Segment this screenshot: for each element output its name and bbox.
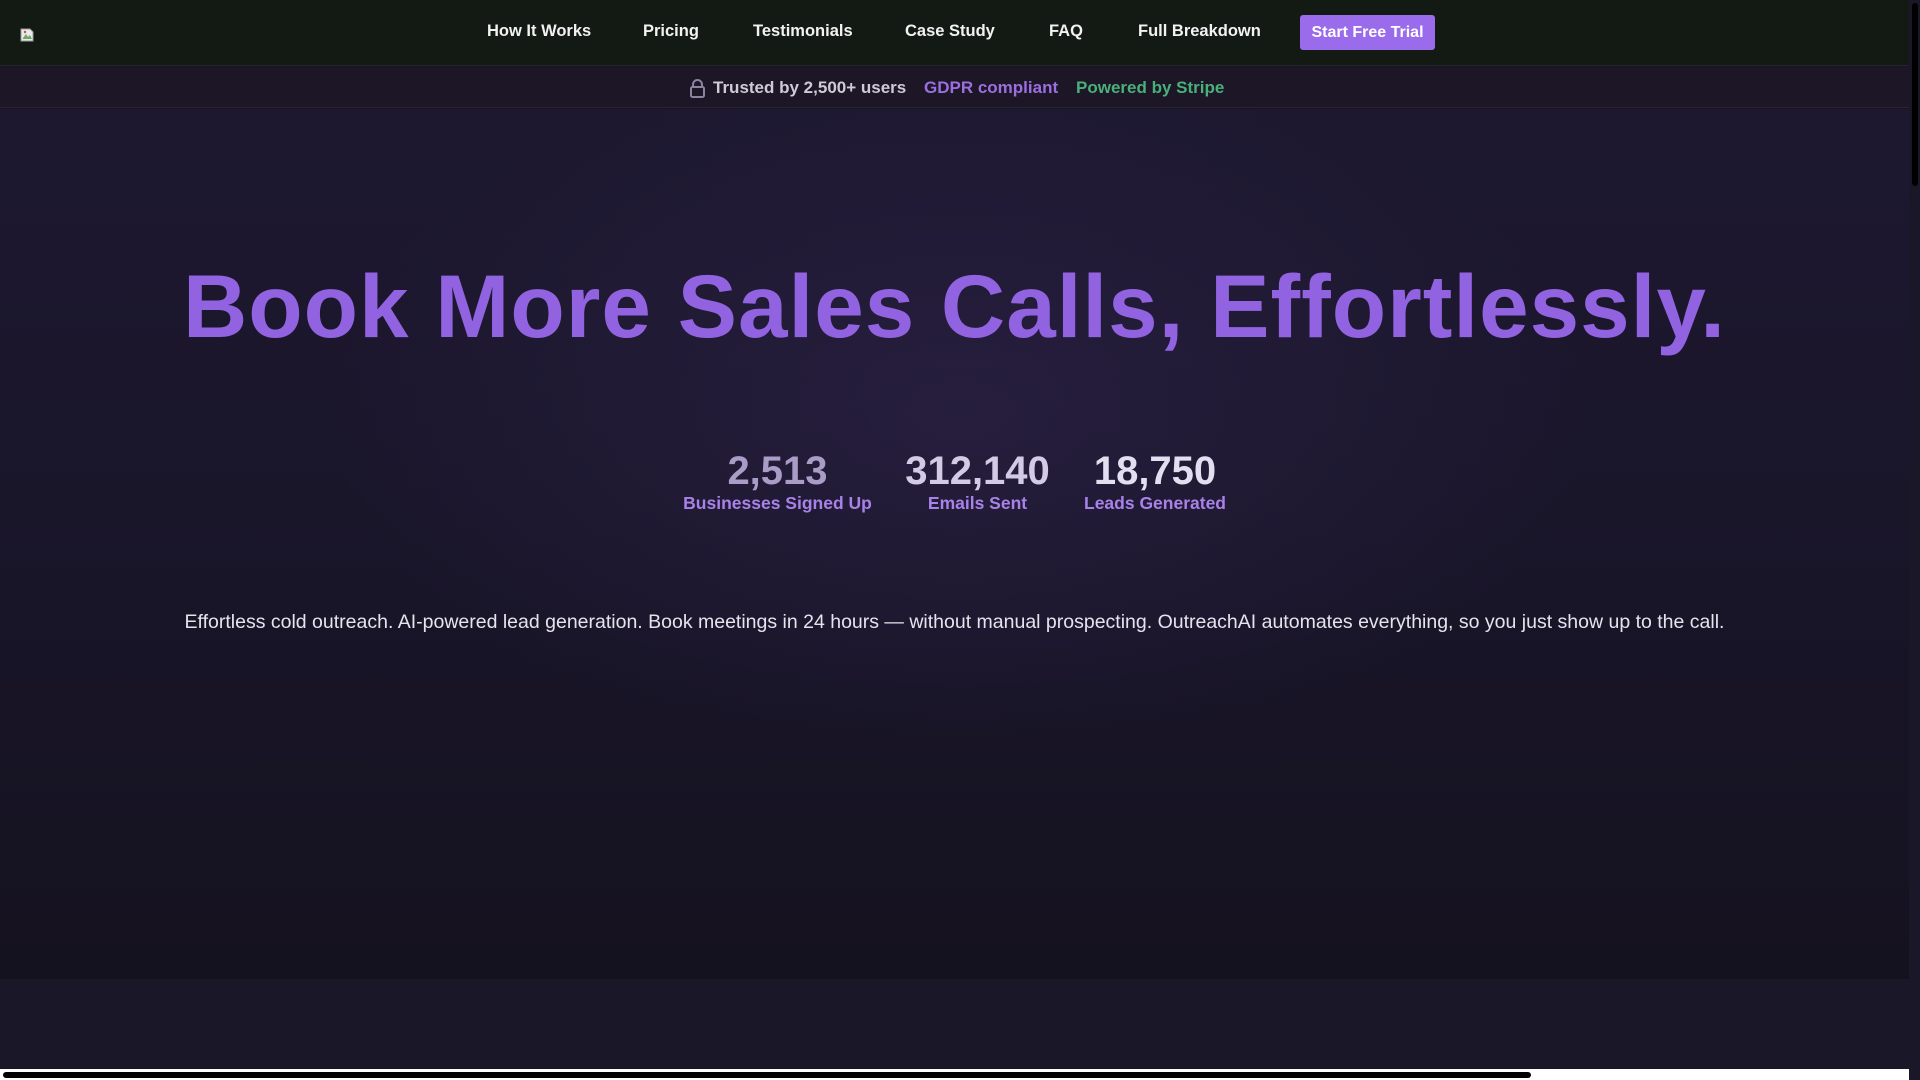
nav-link-faq[interactable]: FAQ: [1049, 22, 1083, 41]
primary-nav: How It Works Pricing Testimonials Case S…: [0, 0, 1909, 66]
trust-users-text: Trusted by 2,500+ users: [713, 78, 907, 97]
nav-link-case-study[interactable]: Case Study: [905, 22, 995, 41]
landing-page: How It Works Pricing Testimonials Case S…: [0, 0, 1920, 1080]
horizontal-scrollbar[interactable]: [0, 1069, 1909, 1080]
nav-link-testimonials[interactable]: Testimonials: [753, 22, 853, 41]
nav-link-pricing[interactable]: Pricing: [643, 22, 699, 41]
start-free-trial-button[interactable]: Start Free Trial: [1300, 15, 1435, 50]
hero-description: Effortless cold outreach. AI-powered lea…: [184, 611, 1725, 633]
stat-label: Businesses Signed Up: [683, 493, 872, 513]
gdpr-compliant-text: GDPR compliant: [924, 78, 1059, 97]
lock-icon: [689, 79, 706, 98]
powered-by-stripe-text: Powered by Stripe: [1076, 78, 1225, 97]
vertical-scrollbar-thumb[interactable]: [1912, 3, 1918, 186]
trust-bar: Trusted by 2,500+ users GDPR compliant P…: [0, 67, 1909, 108]
horizontal-scrollbar-thumb[interactable]: [3, 1072, 1531, 1078]
next-section: [0, 979, 1909, 1080]
nav-link-full-breakdown[interactable]: Full Breakdown: [1138, 22, 1261, 41]
stat-value: 312,140: [905, 449, 1050, 493]
nav-link-how-it-works[interactable]: How It Works: [487, 22, 591, 41]
stat-label: Leads Generated: [1084, 493, 1226, 513]
stat-emails-sent: 312,140 Emails Sent: [900, 449, 1055, 514]
vertical-scrollbar[interactable]: [1909, 0, 1920, 1080]
top-navbar: How It Works Pricing Testimonials Case S…: [0, 0, 1909, 66]
stat-value: 2,513: [727, 449, 828, 493]
stat-businesses-signed-up: 2,513 Businesses Signed Up: [680, 449, 875, 514]
stat-leads-generated: 18,750 Leads Generated: [1080, 449, 1230, 514]
stat-label: Emails Sent: [927, 493, 1028, 513]
hero-title: Book More Sales Calls, Effortlessly.: [183, 256, 1726, 356]
stat-value: 18,750: [1093, 449, 1217, 493]
hero-section: Book More Sales Calls, Effortlessly. 2,5…: [0, 109, 1909, 979]
